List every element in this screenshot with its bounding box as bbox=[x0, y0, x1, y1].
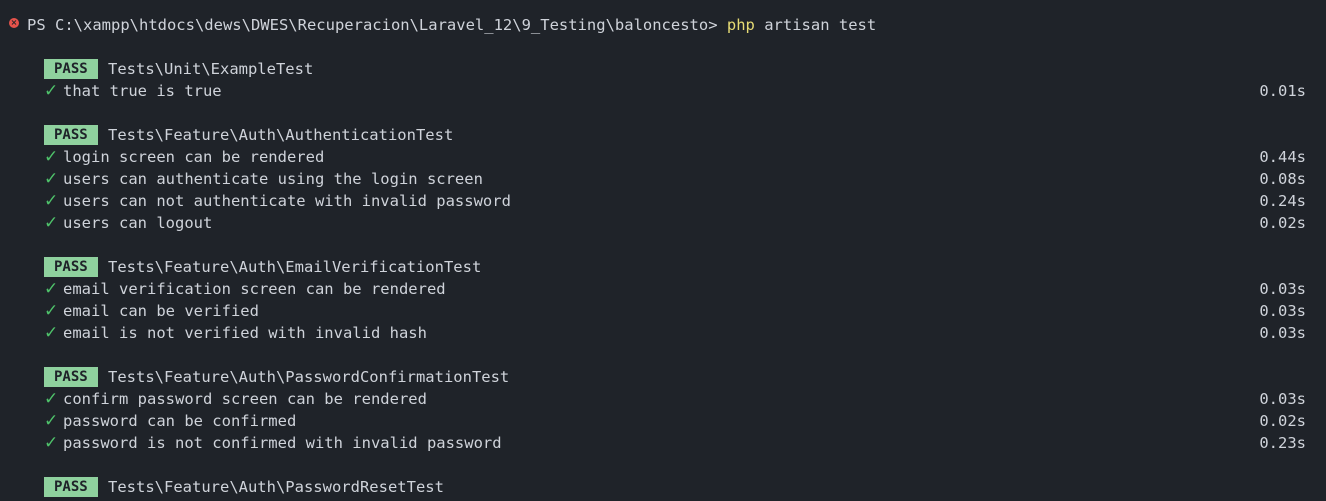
test-time: 0.44s bbox=[1259, 148, 1306, 166]
test-time: 0.02s bbox=[1259, 214, 1306, 232]
check-icon: ✓ bbox=[44, 279, 59, 299]
test-row: ✓ confirm password screen can be rendere… bbox=[0, 388, 1326, 410]
pass-badge: PASS bbox=[44, 257, 98, 277]
prompt-path: PS C:\xampp\htdocs\dews\DWES\Recuperacio… bbox=[27, 16, 727, 34]
test-row: ✓ email can be verified 0.03s bbox=[0, 300, 1326, 322]
test-name: users can authenticate using the login s… bbox=[63, 170, 483, 188]
command-args: artisan test bbox=[754, 16, 877, 34]
test-time: 0.03s bbox=[1259, 280, 1306, 298]
check-icon: ✓ bbox=[44, 147, 59, 167]
suite-name: Tests\Unit\ExampleTest bbox=[108, 60, 314, 78]
test-time: 0.03s bbox=[1259, 324, 1306, 342]
pass-badge: PASS bbox=[44, 59, 98, 79]
check-icon: ✓ bbox=[44, 213, 59, 233]
test-name: confirm password screen can be rendered bbox=[63, 390, 427, 408]
check-icon: ✓ bbox=[44, 389, 59, 409]
test-time: 0.02s bbox=[1259, 412, 1306, 430]
suite-header: PASS Tests\Feature\Auth\PasswordResetTes… bbox=[0, 476, 1326, 498]
command-bin: php bbox=[726, 16, 755, 34]
test-row: ✓ users can logout 0.02s bbox=[0, 212, 1326, 234]
test-row: ✓ email verification screen can be rende… bbox=[0, 278, 1326, 300]
test-name: email can be verified bbox=[63, 302, 259, 320]
test-time: 0.01s bbox=[1259, 82, 1306, 100]
check-icon: ✓ bbox=[44, 301, 59, 321]
test-time: 0.23s bbox=[1259, 434, 1306, 452]
suite-name: Tests\Feature\Auth\PasswordResetTest bbox=[108, 478, 444, 496]
pass-badge: PASS bbox=[44, 125, 98, 145]
pass-badge: PASS bbox=[44, 477, 98, 497]
test-row: ✓ email is not verified with invalid has… bbox=[0, 322, 1326, 344]
suite-header: PASS Tests\Feature\Auth\AuthenticationTe… bbox=[0, 124, 1326, 146]
test-name: password can be confirmed bbox=[63, 412, 297, 430]
check-icon: ✓ bbox=[44, 191, 59, 211]
suite-name: Tests\Feature\Auth\EmailVerificationTest bbox=[108, 258, 482, 276]
terminal-window[interactable]: × PS C:\xampp\htdocs\dews\DWES\Recuperac… bbox=[0, 0, 1326, 501]
check-icon: ✓ bbox=[44, 169, 59, 189]
test-time: 0.24s bbox=[1259, 192, 1306, 210]
test-row: ✓ that true is true 0.01s bbox=[0, 80, 1326, 102]
test-time: 0.03s bbox=[1259, 302, 1306, 320]
pass-badge: PASS bbox=[44, 367, 98, 387]
suite-name: Tests\Feature\Auth\AuthenticationTest bbox=[108, 126, 454, 144]
suite-header: PASS Tests\Unit\ExampleTest bbox=[0, 58, 1326, 80]
test-row: ✓ password is not confirmed with invalid… bbox=[0, 432, 1326, 454]
test-name: users can logout bbox=[63, 214, 213, 232]
test-row: ✓ users can authenticate using the login… bbox=[0, 168, 1326, 190]
test-time: 0.03s bbox=[1259, 390, 1306, 408]
test-name: email is not verified with invalid hash bbox=[63, 324, 427, 342]
suite-name: Tests\Feature\Auth\PasswordConfirmationT… bbox=[108, 368, 510, 386]
test-name: users can not authenticate with invalid … bbox=[63, 192, 511, 210]
check-icon: ✓ bbox=[44, 323, 59, 343]
prompt-text: PS C:\xampp\htdocs\dews\DWES\Recuperacio… bbox=[27, 14, 876, 36]
test-row: ✓ password can be confirmed 0.02s bbox=[0, 410, 1326, 432]
check-icon: ✓ bbox=[44, 411, 59, 431]
test-name: password is not confirmed with invalid p… bbox=[63, 434, 502, 452]
test-name: email verification screen can be rendere… bbox=[63, 280, 446, 298]
test-row: ✓ users can not authenticate with invali… bbox=[0, 190, 1326, 212]
suite-header: PASS Tests\Feature\Auth\EmailVerificatio… bbox=[0, 256, 1326, 278]
test-time: 0.08s bbox=[1259, 170, 1306, 188]
test-name: login screen can be rendered bbox=[63, 148, 325, 166]
test-row: ✓ login screen can be rendered 0.44s bbox=[0, 146, 1326, 168]
prompt-line: × PS C:\xampp\htdocs\dews\DWES\Recuperac… bbox=[0, 14, 1326, 36]
check-icon: ✓ bbox=[44, 81, 59, 101]
check-icon: ✓ bbox=[44, 433, 59, 453]
test-name: that true is true bbox=[63, 82, 222, 100]
error-circle-icon: × bbox=[9, 18, 19, 28]
suite-header: PASS Tests\Feature\Auth\PasswordConfirma… bbox=[0, 366, 1326, 388]
